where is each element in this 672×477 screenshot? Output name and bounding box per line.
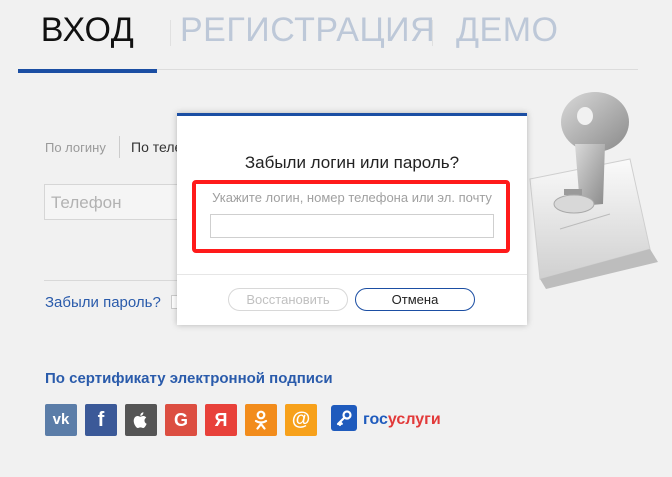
- dialog-divider: [177, 274, 527, 275]
- restore-button[interactable]: Восстановить: [228, 288, 348, 311]
- login-mode-by-phone[interactable]: По телефону: [131, 139, 181, 155]
- tab-separator: [170, 20, 171, 46]
- tab-demo[interactable]: ДЕМО: [456, 10, 558, 68]
- yandex-icon[interactable]: Я: [205, 404, 237, 436]
- phone-input[interactable]: Телефон: [44, 184, 184, 220]
- gosuslugi-login[interactable]: госуслуги: [331, 404, 441, 436]
- form-divider: [44, 280, 184, 281]
- dialog-title: Забыли логин или пароль?: [244, 153, 460, 172]
- login-mode-separator: [119, 136, 120, 158]
- tab-register[interactable]: РЕГИСТРАЦИЯ: [180, 10, 435, 68]
- google-icon[interactable]: G: [165, 404, 197, 436]
- key-icon: [331, 405, 357, 431]
- gosuslugi-label-uslugi: услуги: [387, 411, 441, 428]
- auth-tabs: ВХОД РЕГИСТРАЦИЯ ДЕМО: [18, 0, 638, 73]
- apple-icon[interactable]: [125, 404, 157, 436]
- vk-icon[interactable]: vk: [45, 404, 77, 436]
- forgot-password-link[interactable]: Забыли пароль?: [45, 294, 161, 311]
- mailru-icon[interactable]: @: [285, 404, 317, 436]
- forgot-password-dialog: Забыли логин или пароль? Укажите логин, …: [177, 113, 527, 325]
- certificate-login-link[interactable]: По сертификату электронной подписи: [45, 370, 333, 387]
- login-mode-by-login[interactable]: По логину: [45, 140, 106, 155]
- cancel-button[interactable]: Отмена: [355, 288, 475, 311]
- tab-login[interactable]: ВХОД: [18, 10, 157, 73]
- recovery-input-label: Укажите логин, номер телефона или эл. по…: [212, 190, 492, 205]
- recovery-login-input[interactable]: [210, 214, 494, 238]
- gosuslugi-label-gos: гос: [363, 411, 388, 428]
- odnoklassniki-icon[interactable]: [245, 404, 277, 436]
- facebook-icon[interactable]: f: [85, 404, 117, 436]
- tab-separator: [432, 20, 433, 46]
